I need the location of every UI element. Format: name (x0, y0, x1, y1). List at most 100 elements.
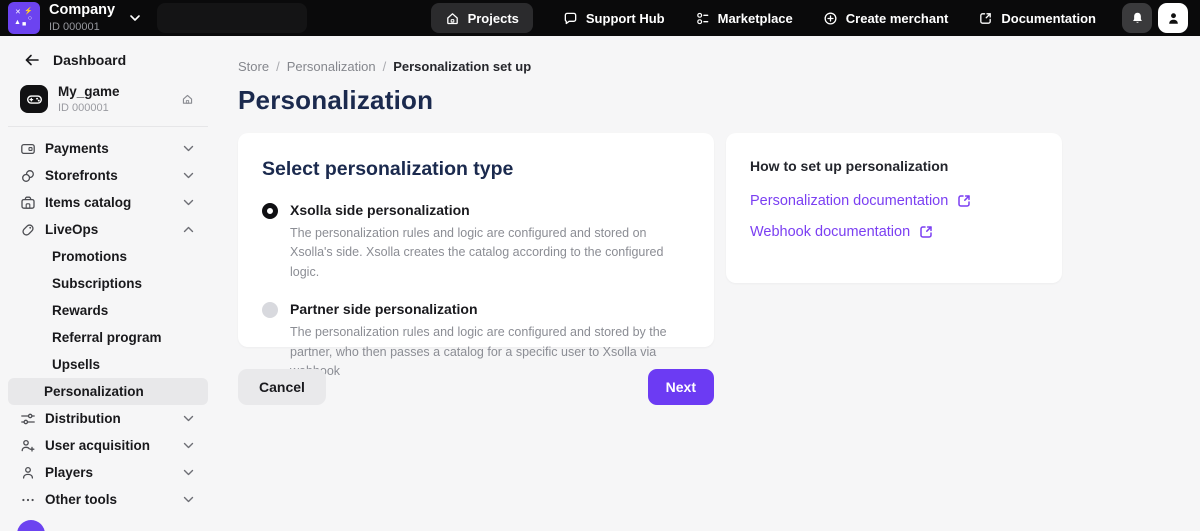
help-heading: How to set up personalization (750, 158, 1038, 174)
notifications-button[interactable] (1122, 3, 1152, 33)
cards-row: Select personalization type Xsolla side … (238, 133, 1200, 347)
link-label: Personalization documentation (750, 193, 948, 209)
webhook-doc-link[interactable]: Webhook documentation (750, 224, 1038, 240)
sidebar-item-label: Rewards (52, 303, 108, 318)
sidebar-item-label: Promotions (52, 249, 127, 264)
sidebar-item-label: LiveOps (45, 222, 98, 237)
option-label[interactable]: Xsolla side personalization (290, 202, 690, 218)
page-title: Personalization (238, 85, 1200, 116)
logo-glyph: ✕ (15, 9, 21, 16)
nav-support-hub[interactable]: Support Hub (563, 3, 665, 33)
nav-projects[interactable]: Projects (431, 3, 533, 33)
sidebar-item-promotions[interactable]: Promotions (8, 243, 208, 270)
help-fab-button[interactable] (17, 520, 45, 531)
radio-selected[interactable] (262, 203, 278, 219)
user-icon (20, 465, 36, 481)
sidebar-item-label: Distribution (45, 411, 121, 426)
chevron-down-icon[interactable] (129, 14, 141, 22)
sidebar-item-items-catalog[interactable]: Items catalog (0, 189, 216, 216)
radio-unselected[interactable] (262, 302, 278, 318)
sidebar-item-label: Players (45, 465, 93, 480)
sidebar-item-subscriptions[interactable]: Subscriptions (8, 270, 208, 297)
chevron-down-icon (183, 172, 194, 179)
option-xsolla-side: Xsolla side personalization The personal… (262, 202, 690, 282)
sidebar-item-label: Items catalog (45, 195, 131, 210)
sidebar-item-payments[interactable]: Payments (0, 135, 216, 162)
card-heading: Select personalization type (262, 158, 690, 181)
home-icon[interactable] (181, 93, 194, 106)
breadcrumb-store[interactable]: Store (238, 59, 269, 74)
sidebar-nav: Payments Storefronts Items catalog (0, 133, 216, 513)
option-label[interactable]: Partner side personalization (290, 301, 690, 317)
chevron-up-icon (183, 226, 194, 233)
back-to-dashboard[interactable]: Dashboard (0, 52, 216, 68)
gamepad-icon (20, 85, 48, 113)
logo-glyph: ▲ (14, 19, 21, 26)
sidebar-item-label: Upsells (52, 357, 100, 372)
external-link-icon (978, 11, 993, 26)
nav-label: Marketplace (718, 11, 793, 26)
list-users-icon (695, 11, 710, 26)
company-logo[interactable]: ✕ ⚡ ▲ ○ ■ (8, 2, 40, 34)
breadcrumb-current: Personalization set up (393, 59, 531, 74)
topbar-icon-buttons (1122, 3, 1188, 33)
company-name: Company (49, 3, 115, 19)
next-button[interactable]: Next (648, 369, 714, 405)
sidebar-item-label: Other tools (45, 492, 117, 507)
home-icon (445, 11, 460, 26)
breadcrumb-personalization[interactable]: Personalization (287, 59, 376, 74)
sidebar-item-liveops[interactable]: LiveOps (0, 216, 216, 243)
select-type-card: Select personalization type Xsolla side … (238, 133, 714, 347)
sidebar-item-players[interactable]: Players (0, 459, 216, 486)
arrow-left-icon (24, 53, 40, 67)
option-body: Partner side personalization The persona… (290, 301, 690, 381)
company-id: ID 000001 (49, 21, 115, 33)
external-link-icon (918, 224, 934, 240)
sidebar-item-label: Personalization (44, 384, 144, 399)
topbar: ✕ ⚡ ▲ ○ ■ Company ID 000001 Projects Sup… (0, 0, 1200, 36)
sidebar-item-personalization[interactable]: Personalization (8, 378, 208, 405)
nav-documentation[interactable]: Documentation (978, 3, 1096, 33)
project-switcher[interactable]: My_game ID 000001 (0, 84, 216, 114)
help-card: How to set up personalization Personaliz… (726, 133, 1062, 283)
option-body: Xsolla side personalization The personal… (290, 202, 690, 282)
account-button[interactable] (1158, 3, 1188, 33)
option-description: The personalization rules and logic are … (290, 224, 690, 282)
company-switcher[interactable]: Company ID 000001 (49, 3, 115, 33)
sidebar-item-user-acquisition[interactable]: User acquisition (0, 432, 216, 459)
chevron-down-icon (183, 199, 194, 206)
chat-icon (563, 11, 578, 26)
sidebar-item-rewards[interactable]: Rewards (8, 297, 208, 324)
nav-label: Documentation (1001, 11, 1096, 26)
nav-create-merchant[interactable]: Create merchant (823, 3, 949, 33)
personalization-doc-link[interactable]: Personalization documentation (750, 193, 1038, 209)
sidebar-item-label: User acquisition (45, 438, 150, 453)
sliders-icon (20, 411, 36, 427)
chevron-down-icon (183, 496, 194, 503)
breadcrumb-separator: / (276, 59, 280, 74)
sidebar-item-referral-program[interactable]: Referral program (8, 324, 208, 351)
nav-marketplace[interactable]: Marketplace (695, 3, 793, 33)
sidebar-item-storefronts[interactable]: Storefronts (0, 162, 216, 189)
breadcrumb-separator: / (383, 59, 387, 74)
sidebar-item-label: Referral program (52, 330, 162, 345)
project-name: My_game (58, 84, 120, 100)
option-partner-side: Partner side personalization The persona… (262, 301, 690, 381)
chevron-down-icon (183, 415, 194, 422)
main-content: Store / Personalization / Personalizatio… (216, 36, 1200, 531)
cancel-button[interactable]: Cancel (238, 369, 326, 405)
sidebar-item-upsells[interactable]: Upsells (8, 351, 208, 378)
account-icon (1166, 11, 1181, 26)
bell-icon (1130, 11, 1145, 26)
coins-icon (20, 168, 36, 184)
breadcrumb: Store / Personalization / Personalizatio… (238, 59, 1200, 74)
sidebar-divider (8, 126, 208, 127)
sidebar: Dashboard My_game ID 000001 Payments (0, 36, 216, 531)
nav-label: Support Hub (586, 11, 665, 26)
sidebar-item-label: Payments (45, 141, 109, 156)
sidebar-item-distribution[interactable]: Distribution (0, 405, 216, 432)
box-icon (20, 195, 36, 211)
tag-icon (20, 222, 36, 238)
sidebar-item-other-tools[interactable]: Other tools (0, 486, 216, 513)
ellipsis-icon (20, 492, 36, 508)
